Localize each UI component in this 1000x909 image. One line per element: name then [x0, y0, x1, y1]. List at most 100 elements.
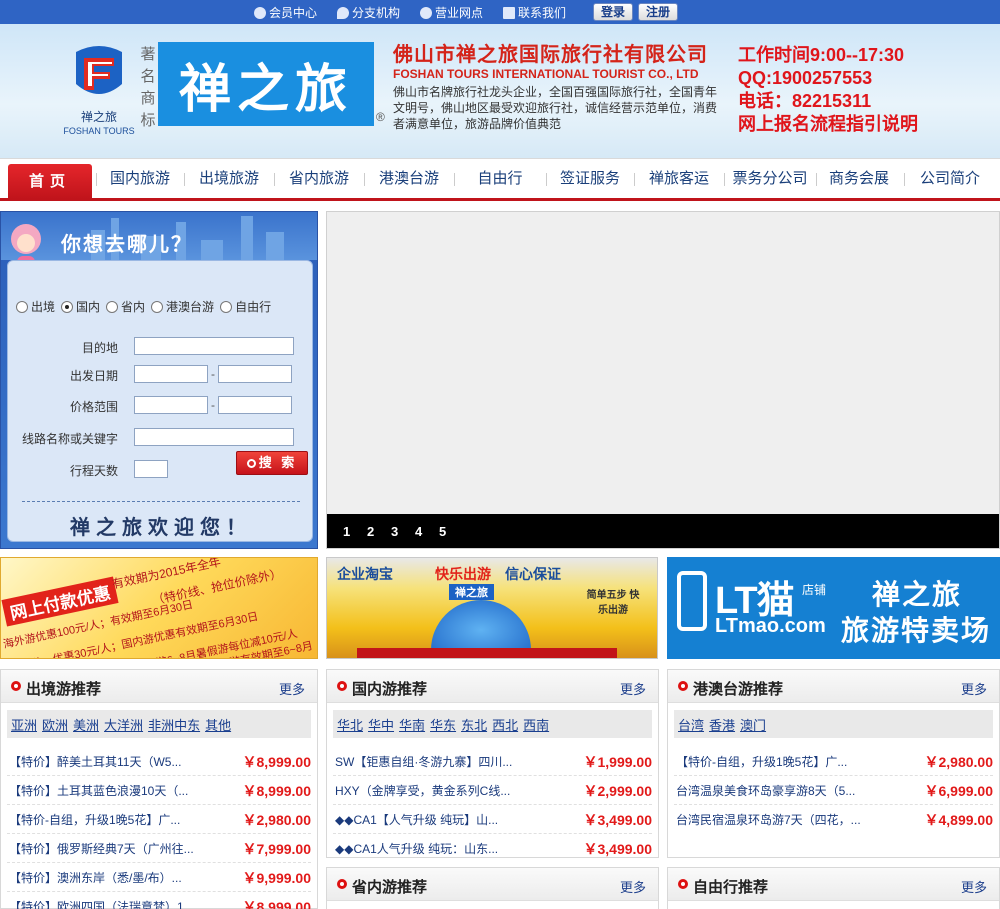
route-name[interactable]: ◆◆CA1【人气升级 纯玩】山... — [335, 811, 567, 828]
member-center-link[interactable]: 会员中心 — [254, 4, 317, 21]
route-row[interactable]: 【特价-自组，升级1晚5花】广... ￥2,980.00 — [7, 805, 311, 834]
route-price: ￥3,499.00 — [583, 812, 653, 828]
taobao-banner[interactable]: 企业淘宝 快乐出游 信心保证 禅之旅 简单五步 快乐出游 — [326, 557, 658, 659]
route-row[interactable]: SW【钜惠自组·冬游九寨】四川... ￥1,999.00 — [333, 747, 652, 776]
search-icon — [246, 459, 256, 468]
radio-hk-macau-taiwan[interactable]: 港澳台游 — [151, 298, 214, 315]
more-link[interactable]: 更多 — [961, 679, 987, 698]
region-link[interactable]: 澳门 — [740, 715, 766, 734]
nav-hk-macau-taiwan[interactable]: 港澳台游 — [368, 159, 450, 198]
route-row[interactable]: 台湾民宿温泉环岛游7天（四花，... ￥4,899.00 — [674, 805, 993, 834]
region-link[interactable]: 其他 — [205, 715, 231, 734]
destination-input[interactable] — [134, 337, 294, 355]
phone-number: 电话：82215311 — [738, 91, 872, 111]
nav-outbound[interactable]: 出境旅游 — [188, 159, 270, 198]
nav-about[interactable]: 公司简介 — [908, 159, 992, 198]
route-name[interactable]: 【特价-自组，升级1晚5花】广... — [676, 753, 908, 770]
region-link[interactable]: 华东 — [430, 715, 456, 734]
radio-domestic[interactable]: 国内 — [61, 298, 100, 315]
slider-page-5[interactable]: 5 — [439, 524, 446, 539]
nav-domestic[interactable]: 国内旅游 — [100, 159, 180, 198]
route-name[interactable]: HXY（金牌享受，黄金系列C线... — [335, 782, 567, 799]
radio-free-travel[interactable]: 自由行 — [220, 298, 271, 315]
register-button[interactable]: 注册 — [638, 3, 678, 21]
logo[interactable]: 禅之旅 FOSHAN TOURS — [62, 44, 136, 144]
online-payment-banner[interactable]: 网上付款优惠 有效期为2015年全年 （特价线、抢位价除外） 海外游优惠100元… — [0, 557, 318, 659]
slider-page-4[interactable]: 4 — [415, 524, 422, 539]
route-name[interactable]: 【特价】土耳其蓝色浪漫10天（... — [9, 782, 229, 799]
route-name[interactable]: 【特价】俄罗斯经典7天（广州往... — [9, 840, 229, 857]
date-from-input[interactable] — [134, 365, 208, 383]
keyword-input[interactable] — [134, 428, 294, 446]
region-link[interactable]: 美洲 — [73, 715, 99, 734]
region-link[interactable]: 东北 — [461, 715, 487, 734]
date-to-input[interactable] — [218, 365, 292, 383]
radio-province[interactable]: 省内 — [106, 298, 145, 315]
region-tabs: 台湾 香港 澳门 — [674, 710, 993, 738]
route-row[interactable]: 【特价】俄罗斯经典7天（广州往... ￥7,999.00 — [7, 834, 311, 863]
region-link[interactable]: 华南 — [399, 715, 425, 734]
route-row[interactable]: 【特价】土耳其蓝色浪漫10天（... ￥8,999.00 — [7, 776, 311, 805]
region-link[interactable]: 香港 — [709, 715, 735, 734]
slider-page-2[interactable]: 2 — [367, 524, 374, 539]
route-name[interactable]: 台湾民宿温泉环岛游7天（四花，... — [676, 811, 908, 828]
route-row[interactable]: 【特价】欧洲四国（法瑞意梵）1... ￥8,999.00 — [7, 892, 311, 909]
slider-page-1[interactable]: 1 — [343, 524, 350, 539]
region-link[interactable]: 亚洲 — [11, 715, 37, 734]
branches-link[interactable]: 分支机构 — [337, 4, 400, 21]
price-max-input[interactable] — [218, 396, 292, 414]
route-row[interactable]: HXY（金牌享受，黄金系列C线... ￥2,999.00 — [333, 776, 652, 805]
route-name[interactable]: 【特价】欧洲四国（法瑞意梵）1... — [9, 898, 229, 909]
nav-free-travel[interactable]: 自由行 — [458, 159, 542, 198]
days-input[interactable] — [134, 460, 168, 478]
signup-guide-link[interactable]: 网上报名流程指引说明 — [738, 113, 918, 136]
ltmao-store-banner[interactable]: LT猫 店铺 LTmao.com 禅之旅 旅游特卖场 — [667, 557, 1000, 659]
more-link[interactable]: 更多 — [620, 679, 646, 698]
route-name[interactable]: 【特价】醉美土耳其11天（W5... — [9, 753, 229, 770]
route-row[interactable]: ◆◆CA1人气升级 纯玩：山东... ￥3,499.00 — [333, 834, 652, 863]
nav-business[interactable]: 商务会展 — [818, 159, 900, 198]
date-separator: - — [211, 367, 215, 381]
more-link[interactable]: 更多 — [961, 877, 987, 896]
image-slider[interactable]: 1 2 3 4 5 — [326, 211, 1000, 549]
login-button[interactable]: 登录 — [593, 3, 633, 21]
route-list: SW【钜惠自组·冬游九寨】四川... ￥1,999.00 HXY（金牌享受，黄金系… — [327, 747, 658, 863]
region-link[interactable]: 台湾 — [678, 715, 704, 734]
route-row[interactable]: ◆◆CA1【人气升级 纯玩】山... ￥3,499.00 — [333, 805, 652, 834]
nav-home[interactable]: 首页 — [8, 164, 92, 199]
card-icon — [503, 6, 516, 19]
route-name[interactable]: ◆◆CA1人气升级 纯玩：山东... — [335, 840, 567, 857]
region-link[interactable]: 大洋洲 — [104, 715, 143, 734]
region-link[interactable]: 西南 — [523, 715, 549, 734]
outlets-link[interactable]: 营业网点 — [420, 4, 483, 21]
nav-coach[interactable]: 禅旅客运 — [638, 159, 720, 198]
region-link[interactable]: 华中 — [368, 715, 394, 734]
nav-visa[interactable]: 签证服务 — [550, 159, 630, 198]
route-name[interactable]: SW【钜惠自组·冬游九寨】四川... — [335, 753, 567, 770]
route-name[interactable]: 台湾温泉美食环岛豪享游8天（5... — [676, 782, 908, 799]
more-link[interactable]: 更多 — [620, 877, 646, 896]
route-row[interactable]: 【特价】澳洲东岸（悉/墨/布）... ￥9,999.00 — [7, 863, 311, 892]
radio-outbound[interactable]: 出境 — [16, 298, 55, 315]
radio-circle-icon — [106, 300, 119, 313]
route-price: ￥3,499.00 — [583, 841, 653, 857]
region-link[interactable]: 非洲中东 — [148, 715, 200, 734]
region-link[interactable]: 华北 — [337, 715, 363, 734]
route-row[interactable]: 台湾温泉美食环岛豪享游8天（5... ￥6,999.00 — [674, 776, 993, 805]
search-button[interactable]: 搜 索 — [236, 451, 308, 475]
route-price: ￥9,999.00 — [242, 870, 312, 886]
region-link[interactable]: 西北 — [492, 715, 518, 734]
nav-ticketing[interactable]: 票务分公司 — [728, 159, 812, 198]
route-row[interactable]: 【特价】醉美土耳其11天（W5... ￥8,999.00 — [7, 747, 311, 776]
working-hours: 工作时间9:00--17:30 — [738, 45, 905, 65]
route-row[interactable]: 【特价-自组，升级1晚5花】广... ￥2,980.00 — [674, 747, 993, 776]
more-link[interactable]: 更多 — [279, 679, 305, 698]
globe-icon — [420, 6, 433, 19]
region-link[interactable]: 欧洲 — [42, 715, 68, 734]
route-name[interactable]: 【特价-自组，升级1晚5花】广... — [9, 811, 229, 828]
price-min-input[interactable] — [134, 396, 208, 414]
contact-link[interactable]: 联系我们 — [503, 4, 566, 21]
route-name[interactable]: 【特价】澳洲东岸（悉/墨/布）... — [9, 869, 229, 886]
nav-province[interactable]: 省内旅游 — [278, 159, 360, 198]
slider-page-3[interactable]: 3 — [391, 524, 398, 539]
